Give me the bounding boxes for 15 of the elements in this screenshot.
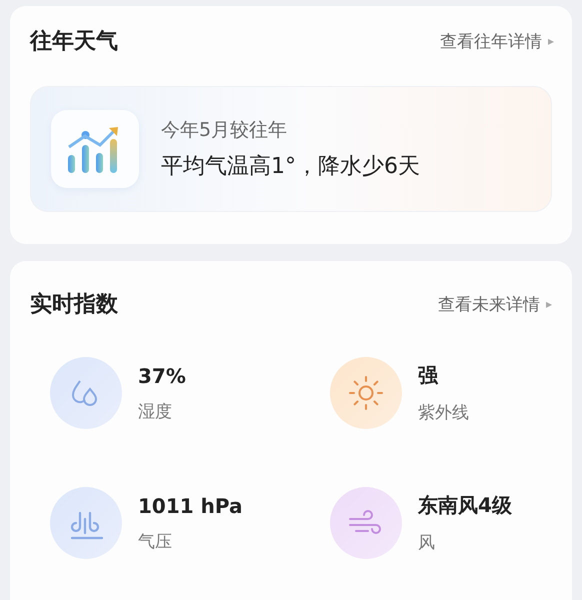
index-label: 风 [418, 532, 436, 554]
details-link[interactable]: 查看未来详情 ▸ [438, 292, 552, 316]
index-value: 东南风4级 [418, 492, 512, 519]
index-value: 1011 hPa [138, 494, 242, 518]
index-value: 强 [418, 362, 440, 389]
comparison-summary: 平均气温高1°，降水少6天 [161, 153, 420, 181]
chart-icon [51, 110, 139, 188]
section-title: 实时指数 [30, 291, 118, 319]
section-title: 往年天气 [30, 28, 118, 56]
details-link[interactable]: 查看往年详情 ▸ [440, 30, 554, 52]
index-label: 湿度 [138, 400, 173, 422]
index-label: 气压 [138, 530, 173, 552]
comparison-subtitle: 今年5月较往年 [161, 118, 288, 143]
index-label: 紫外线 [418, 402, 469, 424]
index-value: 37% [138, 364, 186, 388]
